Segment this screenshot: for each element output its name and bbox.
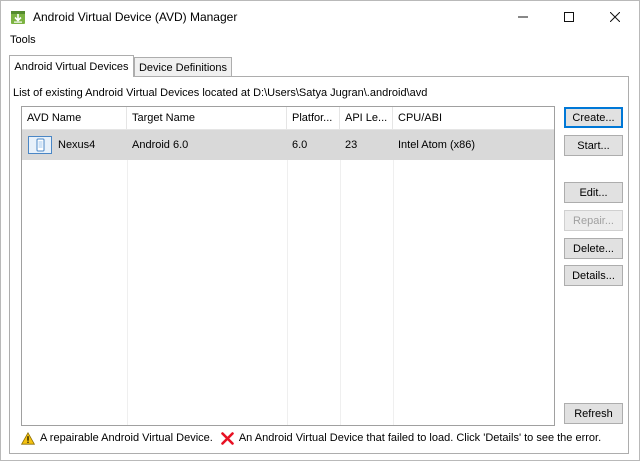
column-divider (127, 160, 128, 425)
table-header: AVD Name Target Name Platfor... API Le..… (22, 107, 554, 130)
cell-avd-name: Nexus4 (58, 139, 96, 151)
cell-target-name: Android 6.0 (132, 139, 189, 151)
column-header-cpu-abi[interactable]: CPU/ABI (393, 107, 554, 129)
avd-manager-window: Android Virtual Device (AVD) Manager Too… (0, 0, 640, 461)
menu-bar: Tools (1, 32, 639, 50)
column-divider (340, 160, 341, 425)
column-header-avd-name[interactable]: AVD Name (22, 107, 127, 129)
tab-android-virtual-devices[interactable]: Android Virtual Devices (9, 55, 134, 77)
phone-device-icon (28, 136, 52, 154)
cell-cpu-abi: Intel Atom (x86) (398, 139, 476, 151)
menu-tools[interactable]: Tools (10, 34, 36, 46)
maximize-button[interactable] (546, 1, 592, 32)
android-sdk-download-icon (10, 9, 26, 25)
details-button[interactable]: Details... (564, 265, 623, 286)
column-header-platform[interactable]: Platfor... (287, 107, 340, 129)
red-x-icon (221, 431, 234, 445)
refresh-button[interactable]: Refresh (564, 403, 623, 424)
close-icon (610, 11, 620, 22)
close-button[interactable] (592, 1, 638, 32)
avd-table[interactable]: AVD Name Target Name Platfor... API Le..… (21, 106, 555, 426)
legend-repairable-text: A repairable Android Virtual Device. (40, 432, 213, 444)
minimize-icon (518, 16, 528, 17)
minimize-button[interactable] (500, 1, 546, 32)
avd-location-description: List of existing Android Virtual Devices… (13, 87, 428, 99)
edit-button[interactable]: Edit... (564, 182, 623, 203)
window-title: Android Virtual Device (AVD) Manager (33, 10, 238, 24)
maximize-icon (564, 11, 574, 22)
column-divider (287, 160, 288, 425)
warning-triangle-icon (21, 431, 35, 445)
start-button[interactable]: Start... (564, 135, 623, 156)
title-bar[interactable]: Android Virtual Device (AVD) Manager (1, 1, 639, 32)
table-row[interactable]: Nexus4 Android 6.0 6.0 23 Intel Atom (x8… (22, 130, 554, 160)
tab-device-definitions[interactable]: Device Definitions (134, 57, 232, 77)
status-legend: A repairable Android Virtual Device. An … (21, 430, 601, 446)
column-header-target-name[interactable]: Target Name (127, 107, 287, 129)
create-button[interactable]: Create... (564, 107, 623, 128)
legend-failed-text: An Android Virtual Device that failed to… (238, 432, 602, 444)
cell-api-level: 23 (345, 139, 358, 151)
delete-button[interactable]: Delete... (564, 238, 623, 259)
column-header-api-level[interactable]: API Le... (340, 107, 393, 129)
column-divider (393, 160, 394, 425)
cell-platform: 6.0 (292, 139, 308, 151)
repair-button[interactable]: Repair... (564, 210, 623, 231)
